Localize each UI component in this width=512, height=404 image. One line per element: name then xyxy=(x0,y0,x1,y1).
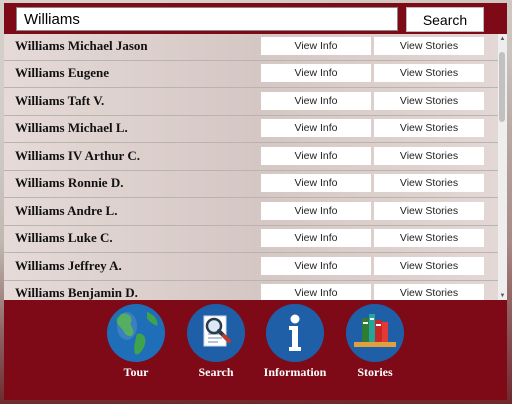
view-stories-button[interactable]: View Stories xyxy=(374,64,484,82)
list-item: Williams Taft V. View Info View Stories xyxy=(4,89,498,116)
search-input[interactable] xyxy=(16,7,398,31)
view-stories-button[interactable]: View Stories xyxy=(374,257,484,275)
list-item: Williams Michael L. View Info View Stori… xyxy=(4,116,498,143)
nav-information-button[interactable]: Information xyxy=(257,304,333,382)
list-item: Williams Eugene View Info View Stories xyxy=(4,61,498,88)
nav-label: Search xyxy=(198,365,234,379)
view-stories-button[interactable]: View Stories xyxy=(374,92,484,110)
list-item: Williams Andre L. View Info View Stories xyxy=(4,199,498,226)
list-item: Williams Luke C. View Info View Stories xyxy=(4,226,498,253)
view-info-button[interactable]: View Info xyxy=(261,202,371,220)
view-stories-button[interactable]: View Stories xyxy=(374,174,484,192)
view-info-button[interactable]: View Info xyxy=(261,37,371,55)
list-item: Williams Jeffrey A. View Info View Stori… xyxy=(4,254,498,281)
view-stories-button[interactable]: View Stories xyxy=(374,284,484,300)
info-icon xyxy=(266,304,324,362)
nav-label: Information xyxy=(263,365,327,379)
view-info-button[interactable]: View Info xyxy=(261,174,371,192)
view-info-button[interactable]: View Info xyxy=(261,229,371,247)
globe-icon xyxy=(107,304,165,362)
view-stories-button[interactable]: View Stories xyxy=(374,119,484,137)
books-icon xyxy=(346,304,404,362)
result-name: Williams Michael Jason xyxy=(15,38,148,53)
result-name: Williams Taft V. xyxy=(15,93,105,108)
nav-stories-button[interactable]: Stories xyxy=(337,304,413,382)
nav-search-button[interactable]: Search xyxy=(178,304,254,382)
result-name: Williams Benjamin D. xyxy=(15,285,138,300)
list-item: Williams IV Arthur C. View Info View Sto… xyxy=(4,144,498,171)
view-stories-button[interactable]: View Stories xyxy=(374,147,484,165)
scroll-up-icon[interactable]: ▲ xyxy=(498,34,507,43)
view-info-button[interactable]: View Info xyxy=(261,147,371,165)
search-button[interactable]: Search xyxy=(406,7,484,32)
nav-tour-button[interactable]: Tour xyxy=(98,304,174,382)
result-name: Williams Andre L. xyxy=(15,203,118,218)
result-name: Williams Ronnie D. xyxy=(15,175,124,190)
list-item: Williams Benjamin D. View Info View Stor… xyxy=(4,281,498,300)
results-list[interactable]: Williams Michael Jason View Info View St… xyxy=(4,34,507,300)
result-name: Williams Eugene xyxy=(15,65,110,80)
scroll-down-icon[interactable]: ▼ xyxy=(498,291,507,300)
view-stories-button[interactable]: View Stories xyxy=(374,202,484,220)
nav-label: Tour xyxy=(123,365,149,379)
results-scrollbar[interactable]: ▲ ▼ xyxy=(498,34,507,300)
view-info-button[interactable]: View Info xyxy=(261,257,371,275)
result-name: Williams Michael L. xyxy=(15,120,128,135)
view-stories-button[interactable]: View Stories xyxy=(374,229,484,247)
list-item: Williams Michael Jason View Info View St… xyxy=(4,34,498,61)
magnifier-document-icon xyxy=(187,304,245,362)
nav-label: Stories xyxy=(357,365,393,379)
result-name: Williams IV Arthur C. xyxy=(15,148,140,163)
view-info-button[interactable]: View Info xyxy=(261,119,371,137)
view-info-button[interactable]: View Info xyxy=(261,64,371,82)
view-info-button[interactable]: View Info xyxy=(261,284,371,300)
scroll-thumb[interactable] xyxy=(499,52,505,122)
result-name: Williams Jeffrey A. xyxy=(15,258,122,273)
view-stories-button[interactable]: View Stories xyxy=(374,37,484,55)
list-item: Williams Ronnie D. View Info View Storie… xyxy=(4,171,498,198)
view-info-button[interactable]: View Info xyxy=(261,92,371,110)
result-name: Williams Luke C. xyxy=(15,230,113,245)
